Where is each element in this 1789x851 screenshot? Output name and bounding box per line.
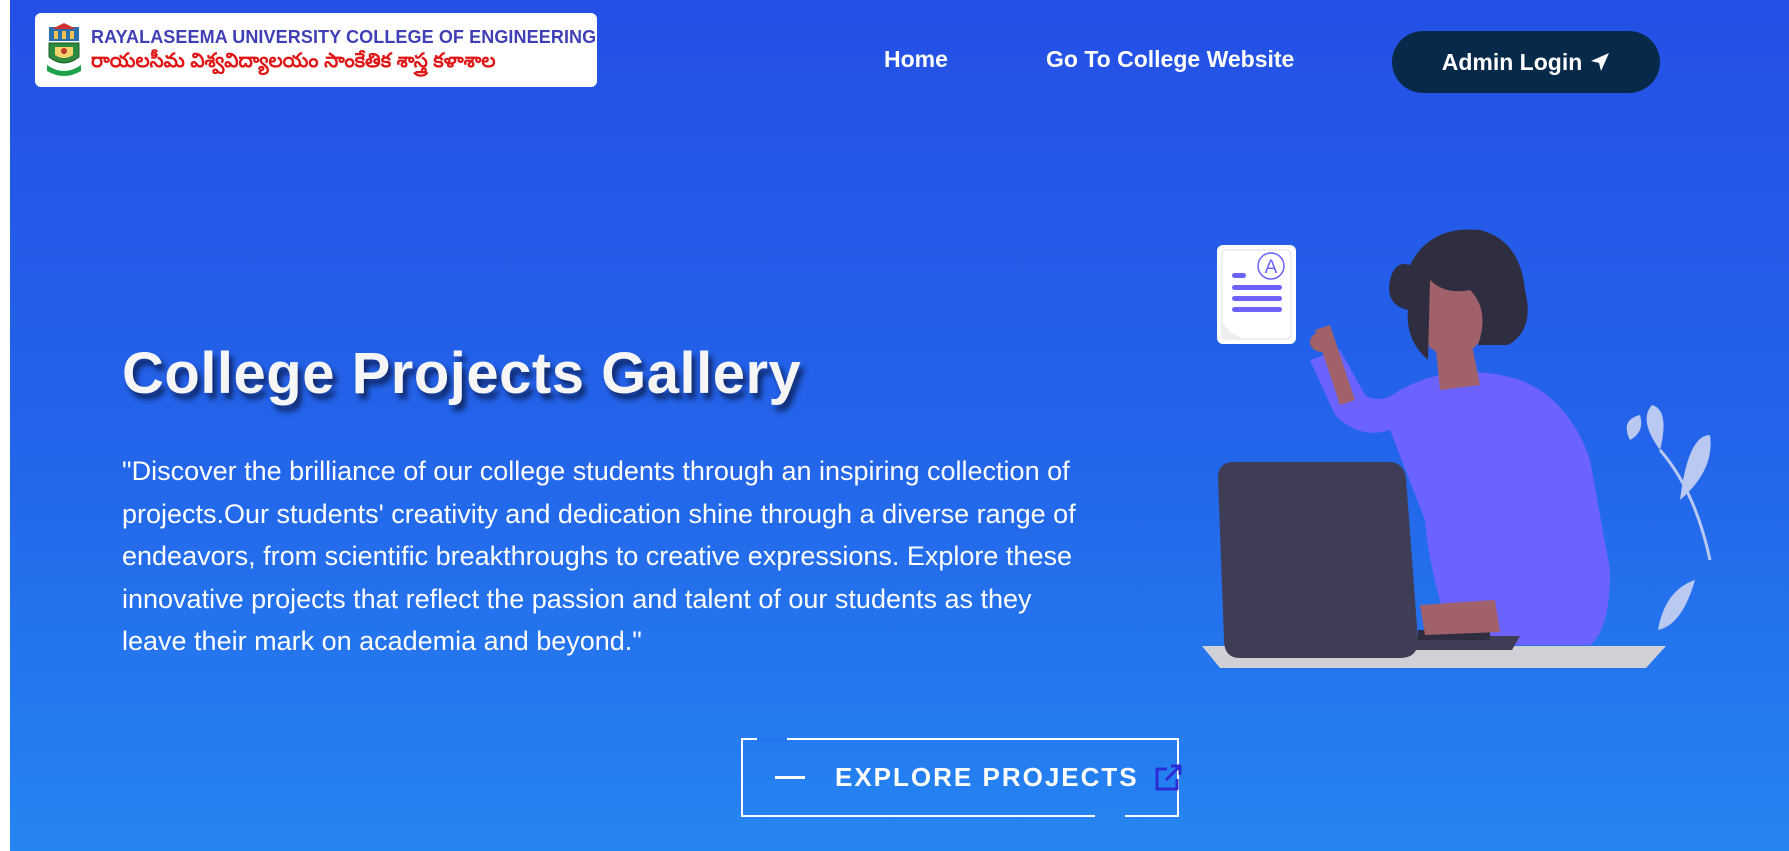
button-notch-bottom: [1095, 813, 1125, 818]
college-name-english: RAYALASEEMA UNIVERSITY COLLEGE OF ENGINE…: [91, 27, 597, 47]
nav-home-link[interactable]: Home: [884, 46, 948, 73]
button-notch-top: [757, 737, 787, 742]
explore-projects-button[interactable]: EXPLORE PROJECTS: [741, 737, 1182, 818]
landing-page: RAYALASEEMA UNIVERSITY COLLEGE OF ENGINE…: [10, 0, 1789, 851]
logo-text: RAYALASEEMA UNIVERSITY COLLEGE OF ENGINE…: [91, 26, 596, 74]
page-title: College Projects Gallery: [122, 341, 802, 406]
plant-decoration: [1626, 405, 1712, 630]
nav-college-website-link[interactable]: Go To College Website: [1046, 46, 1294, 73]
person-forearm: [1420, 600, 1500, 635]
college-logo[interactable]: RAYALASEEMA UNIVERSITY COLLEGE OF ENGINE…: [35, 13, 597, 87]
document-grade-letter: A: [1265, 257, 1278, 278]
dash-decoration: [775, 776, 805, 779]
admin-login-label: Admin Login: [1441, 48, 1583, 75]
college-name-telugu: రాయలసీమ విశ్వవిద్యాలయం సాంకేతిక శాస్త్ర …: [91, 50, 496, 72]
document-card: A: [1217, 245, 1296, 344]
person-hand: [1310, 332, 1334, 352]
explore-projects-label: EXPLORE PROJECTS: [835, 762, 1139, 792]
university-emblem-icon: [47, 23, 81, 76]
admin-login-button[interactable]: Admin Login: [1392, 31, 1660, 93]
external-link-icon: [1155, 764, 1182, 790]
hero-description: "Discover the brilliance of our college …: [122, 456, 1076, 656]
send-arrow-icon: [1591, 53, 1610, 71]
student-laptop-illustration: A: [1202, 229, 1712, 668]
